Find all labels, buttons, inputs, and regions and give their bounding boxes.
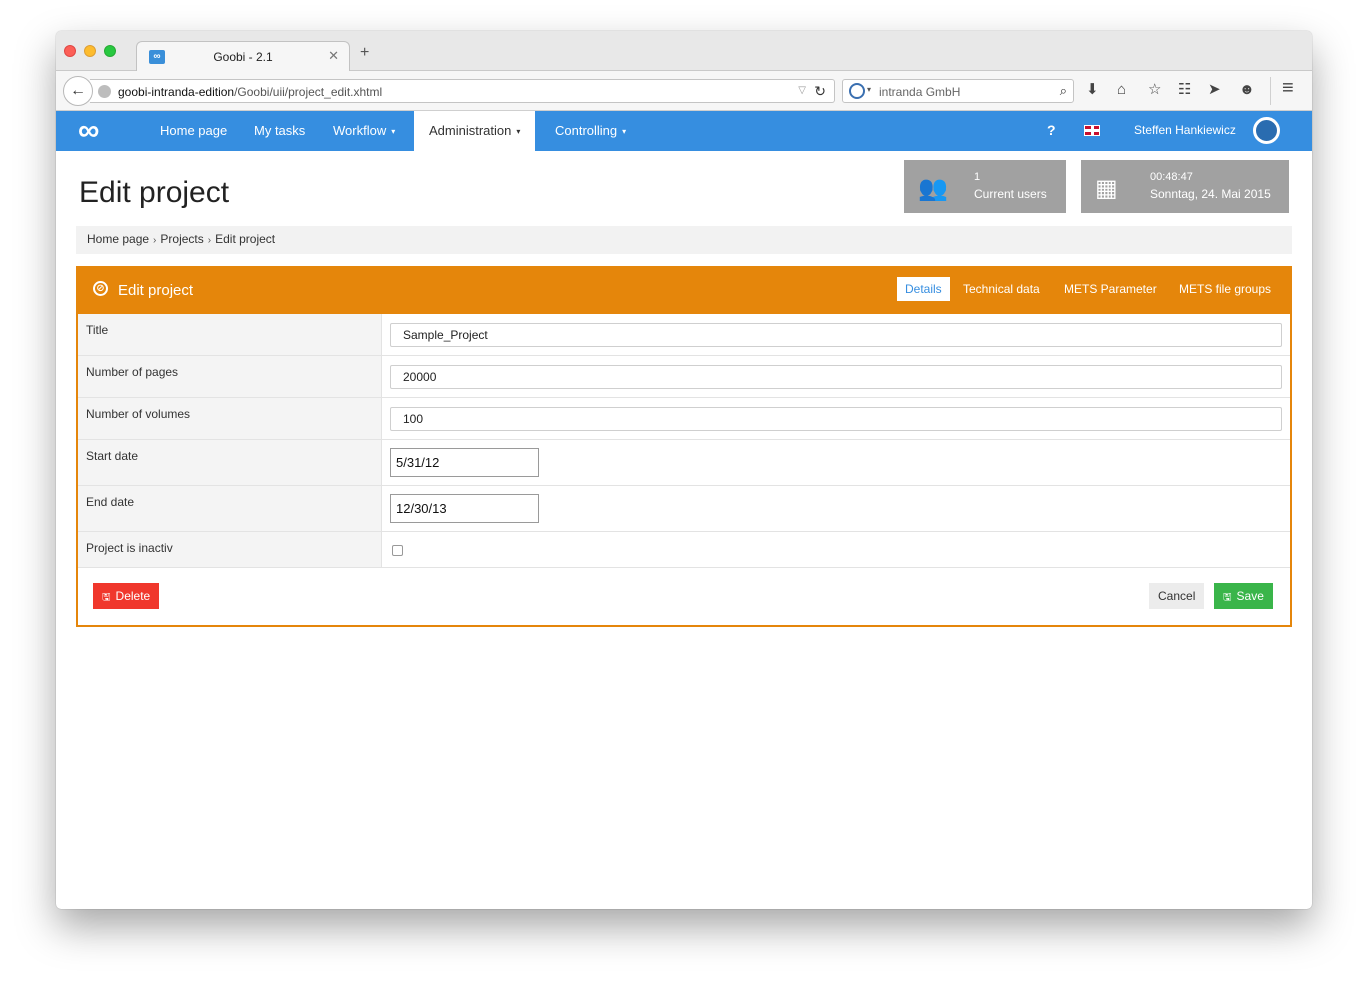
url-history-dropdown-icon[interactable]: ▽ — [798, 85, 806, 96]
goobi-logo-icon[interactable]: ∞ — [78, 116, 99, 146]
current-users-label: Current users — [974, 187, 1047, 201]
tab-mets-file-groups[interactable]: METS file groups — [1171, 277, 1279, 301]
new-tab-icon[interactable]: + — [360, 45, 369, 61]
current-users-count: 1 — [974, 171, 981, 183]
menu-icon[interactable]: ≡ — [1282, 78, 1294, 98]
delete-button[interactable]: 🖫 Delete — [93, 583, 160, 609]
inactive-label: Project is inactiv — [78, 532, 382, 567]
panel-title: Edit project — [118, 282, 194, 299]
start-date-label: Start date — [78, 440, 382, 485]
download-icon[interactable]: ⬇ — [1086, 81, 1099, 99]
volumes-input[interactable]: 100 — [390, 407, 1282, 431]
nav-administration[interactable]: Administration ▾ — [414, 111, 536, 151]
chevron-down-icon: ▾ — [516, 126, 521, 136]
app-navbar: ∞ Home page My tasks Workflow ▾ Administr… — [56, 111, 1312, 151]
chevron-down-icon: ▾ — [391, 126, 396, 136]
title-label: Title — [78, 314, 382, 355]
chat-icon[interactable]: ☻ — [1239, 81, 1255, 99]
nav-home-page[interactable]: Home page — [160, 111, 227, 151]
nav-workflow[interactable]: Workflow ▾ — [333, 111, 395, 151]
form-row-inactive: Project is inactiv — [78, 532, 1290, 568]
floppy-disk-icon: 🖫 — [1223, 592, 1232, 603]
floppy-disk-icon: 🖫 — [102, 592, 111, 603]
uk-flag-icon[interactable] — [1084, 125, 1100, 136]
users-icon: 👥 — [918, 175, 948, 202]
tab-details[interactable]: Details — [897, 277, 950, 301]
close-window-button[interactable] — [64, 45, 76, 57]
form-row-pages: Number of pages 20000 — [78, 356, 1290, 398]
nav-controlling[interactable]: Controlling ▾ — [555, 111, 626, 151]
reload-icon[interactable]: ↻ — [814, 83, 826, 100]
tab-mets-parameter[interactable]: METS Parameter — [1056, 277, 1165, 301]
globe-icon — [98, 85, 111, 98]
close-tab-icon[interactable]: ✕ — [328, 48, 339, 64]
current-users-widget: 👥 1 Current users — [904, 160, 1066, 213]
form-row-end-date: End date 12/30/13 — [78, 486, 1290, 532]
edit-project-panel: ⊘ Edit project Details Technical data ME… — [76, 266, 1292, 627]
send-icon[interactable]: ➤ — [1208, 81, 1221, 99]
search-engine-caret-icon[interactable]: ▾ — [867, 85, 871, 94]
cancel-button[interactable]: Cancel — [1149, 583, 1205, 609]
nav-administration-label: Administration — [429, 123, 512, 138]
url-bar[interactable]: goobi-intranda-edition/Goobi/uii/project… — [90, 79, 835, 103]
reading-list-icon[interactable]: ☷ — [1178, 81, 1191, 99]
breadcrumb-projects[interactable]: Projects — [160, 232, 203, 246]
calendar-icon: ▦ — [1095, 175, 1118, 202]
browser-tab-title: Goobi - 2.1 — [213, 50, 273, 64]
intranda-logo-icon[interactable] — [1253, 117, 1280, 144]
search-engine-icon[interactable] — [849, 83, 865, 99]
breadcrumb-home[interactable]: Home page — [87, 232, 149, 246]
pages-label: Number of pages — [78, 356, 382, 397]
nav-my-tasks[interactable]: My tasks — [254, 111, 305, 151]
tab-technical-data[interactable]: Technical data — [955, 277, 1048, 301]
bookmark-star-icon[interactable]: ☆ — [1148, 81, 1161, 99]
search-icon[interactable]: ⌕ — [1060, 83, 1067, 99]
form-row-volumes: Number of volumes 100 — [78, 398, 1290, 440]
save-button-label: Save — [1236, 589, 1264, 603]
title-input[interactable]: Sample_Project — [390, 323, 1282, 347]
breadcrumb-separator-icon: › — [207, 235, 212, 246]
volumes-label: Number of volumes — [78, 398, 382, 439]
pages-input[interactable]: 20000 — [390, 365, 1282, 389]
panel-header: ⊘ Edit project Details Technical data ME… — [78, 268, 1290, 314]
browser-window: ∞ Goobi - 2.1 ✕ + goobi-intranda-edition… — [56, 31, 1312, 909]
zoom-window-button[interactable] — [104, 45, 116, 57]
browser-tab[interactable]: ∞ Goobi - 2.1 ✕ — [136, 41, 350, 72]
help-icon[interactable]: ? — [1047, 122, 1056, 138]
browser-tab-bar: ∞ Goobi - 2.1 ✕ + — [56, 31, 1312, 72]
inactive-checkbox[interactable] — [392, 545, 403, 556]
form-row-title: Title Sample_Project — [78, 314, 1290, 356]
page-title: Edit project — [79, 176, 230, 209]
start-date-input[interactable]: 5/31/12 — [390, 448, 539, 477]
url-path: /Goobi/uii/project_edit.xhtml — [234, 85, 383, 99]
user-name[interactable]: Steffen Hankiewicz — [1134, 123, 1236, 137]
toolbar-divider — [1270, 77, 1271, 105]
url-text: goobi-intranda-edition/Goobi/uii/project… — [118, 85, 382, 99]
nav-controlling-label: Controlling — [555, 123, 618, 138]
current-time: 00:48:47 — [1150, 171, 1193, 183]
delete-button-label: Delete — [115, 589, 151, 603]
url-host: goobi-intranda-edition — [118, 85, 235, 99]
minimize-window-button[interactable] — [84, 45, 96, 57]
date-time-widget: ▦ 00:48:47 Sonntag, 24. Mai 2015 — [1081, 160, 1289, 213]
end-date-label: End date — [78, 486, 382, 531]
current-date: Sonntag, 24. Mai 2015 — [1150, 187, 1271, 201]
chevron-down-icon: ▾ — [622, 126, 627, 136]
search-text: intranda GmbH — [879, 85, 961, 99]
compass-icon: ⊘ — [93, 281, 108, 296]
browser-search-input[interactable]: ▾ intranda GmbH ⌕ — [842, 79, 1074, 103]
breadcrumb-separator-icon: › — [153, 235, 157, 246]
save-button[interactable]: 🖫 Save — [1214, 583, 1273, 609]
end-date-input[interactable]: 12/30/13 — [390, 494, 539, 523]
nav-workflow-label: Workflow — [333, 123, 387, 138]
back-button[interactable]: ← — [63, 76, 93, 106]
browser-toolbar: goobi-intranda-edition/Goobi/uii/project… — [56, 71, 1312, 111]
breadcrumb-edit-project: Edit project — [215, 232, 276, 246]
form-row-start-date: Start date 5/31/12 — [78, 440, 1290, 486]
home-icon[interactable]: ⌂ — [1117, 81, 1126, 99]
breadcrumb: Home page › Projects › Edit project — [76, 226, 1292, 254]
